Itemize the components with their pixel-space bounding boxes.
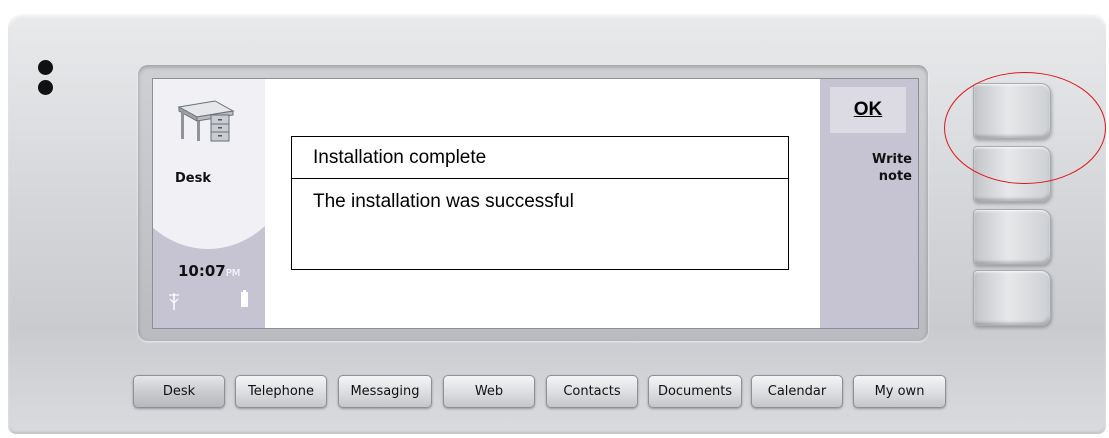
indicator-dot-top	[38, 60, 53, 75]
desk-icon	[177, 100, 235, 142]
app-button-web[interactable]: Web	[443, 375, 535, 408]
app-button-documents[interactable]: Documents	[648, 375, 742, 408]
current-app-label: Desk	[175, 171, 211, 186]
app-button-contacts[interactable]: Contacts	[546, 375, 638, 408]
clock: 10:07PM	[178, 262, 240, 280]
indicator-dot-bottom	[38, 80, 53, 95]
write-note-label-line2: note	[878, 169, 912, 184]
ok-command[interactable]: OK	[830, 87, 906, 133]
command-button-4[interactable]	[973, 270, 1051, 326]
dialog-title: Installation complete	[292, 137, 788, 179]
screen: Desk 10:07PM Installation complete The i…	[152, 78, 919, 329]
status-pane: Desk 10:07PM	[153, 79, 265, 328]
clock-ampm: PM	[225, 268, 241, 279]
info-dialog: Installation complete The installation w…	[291, 136, 789, 270]
app-button-telephone[interactable]: Telephone	[235, 375, 327, 408]
command-pane: OK Write note	[820, 79, 918, 328]
app-button-messaging[interactable]: Messaging	[338, 375, 432, 408]
battery-icon	[241, 290, 248, 307]
command-button-2[interactable]	[973, 146, 1051, 202]
write-note-label-line1: Write	[871, 152, 912, 167]
command-button-1[interactable]	[973, 83, 1051, 139]
write-note-command[interactable]: Write note	[872, 151, 912, 185]
dialog-message: The installation was successful	[313, 191, 574, 212]
app-button-calendar[interactable]: Calendar	[751, 375, 843, 408]
command-button-3[interactable]	[973, 209, 1051, 265]
app-button-desk[interactable]: Desk	[133, 375, 225, 408]
clock-time: 10:07	[178, 262, 226, 280]
antenna-icon	[169, 293, 179, 310]
app-button-my-own[interactable]: My own	[853, 375, 946, 408]
